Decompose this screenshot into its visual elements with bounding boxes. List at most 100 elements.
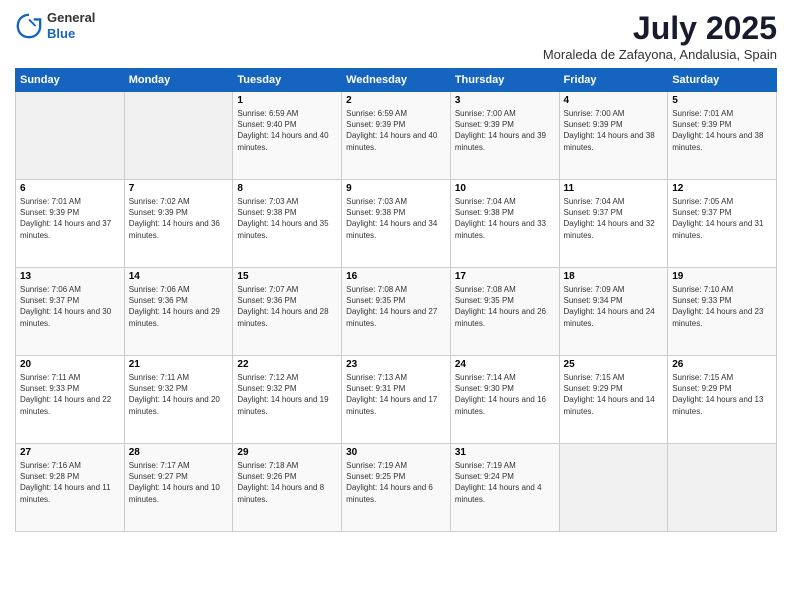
col-friday: Friday <box>559 69 668 92</box>
calendar-header: Sunday Monday Tuesday Wednesday Thursday… <box>16 69 777 92</box>
day-info: Sunrise: 7:00 AMSunset: 9:39 PMDaylight:… <box>455 108 555 153</box>
day-info: Sunrise: 7:16 AMSunset: 9:28 PMDaylight:… <box>20 460 120 505</box>
day-number: 24 <box>455 359 555 370</box>
day-cell: 26Sunrise: 7:15 AMSunset: 9:29 PMDayligh… <box>668 356 777 444</box>
day-number: 28 <box>129 447 229 458</box>
day-info: Sunrise: 7:18 AMSunset: 9:26 PMDaylight:… <box>237 460 337 505</box>
day-number: 4 <box>564 95 664 106</box>
day-info: Sunrise: 7:19 AMSunset: 9:25 PMDaylight:… <box>346 460 446 505</box>
day-info: Sunrise: 7:17 AMSunset: 9:27 PMDaylight:… <box>129 460 229 505</box>
day-number: 1 <box>237 95 337 106</box>
day-cell: 5 Sunrise: 7:01 AMSunset: 9:39 PMDaylight… <box>668 92 777 180</box>
day-info: Sunrise: 7:19 AMSunset: 9:24 PMDaylight:… <box>455 460 555 505</box>
day-cell: 8 Sunrise: 7:03 AMSunset: 9:38 PMDaylight… <box>233 180 342 268</box>
day-number: 19 <box>672 271 772 282</box>
week-row-1: 1 Sunrise: 6:59 AMSunset: 9:40 PMDaylight… <box>16 92 777 180</box>
day-cell: 13 Sunrise: 7:06 AMSunset: 9:37 PMDayligh… <box>16 268 125 356</box>
day-cell: 23 Sunrise: 7:13 AMSunset: 9:31 PMDayligh… <box>342 356 451 444</box>
day-info: Sunrise: 7:11 AMSunset: 9:32 PMDaylight:… <box>129 372 229 417</box>
day-number: 6 <box>20 183 120 194</box>
day-cell: 4 Sunrise: 7:00 AMSunset: 9:39 PMDaylight… <box>559 92 668 180</box>
calendar-body: 1 Sunrise: 6:59 AMSunset: 9:40 PMDaylight… <box>16 92 777 532</box>
day-number: 13 <box>20 271 120 282</box>
day-info: Sunrise: 6:59 AMSunset: 9:39 PMDaylight:… <box>346 108 446 153</box>
week-row-5: 27 Sunrise: 7:16 AMSunset: 9:28 PMDayligh… <box>16 444 777 532</box>
week-row-4: 20 Sunrise: 7:11 AMSunset: 9:33 PMDayligh… <box>16 356 777 444</box>
day-number: 5 <box>672 95 772 106</box>
day-info: Sunrise: 7:12 AMSunset: 9:32 PMDaylight:… <box>237 372 337 417</box>
day-info: Sunrise: 7:00 AMSunset: 9:39 PMDaylight:… <box>564 108 664 153</box>
day-info: Sunrise: 7:06 AMSunset: 9:36 PMDaylight:… <box>129 284 229 329</box>
day-cell: 6Sunrise: 7:01 AMSunset: 9:39 PMDaylight… <box>16 180 125 268</box>
day-cell: 12Sunrise: 7:05 AMSunset: 9:37 PMDayligh… <box>668 180 777 268</box>
day-info: Sunrise: 7:05 AMSunset: 9:37 PMDaylight:… <box>672 196 772 241</box>
location: Moraleda de Zafayona, Andalusia, Spain <box>543 47 777 62</box>
logo-general: General <box>47 10 95 26</box>
day-info: Sunrise: 7:10 AMSunset: 9:33 PMDaylight:… <box>672 284 772 329</box>
day-info: Sunrise: 7:09 AMSunset: 9:34 PMDaylight:… <box>564 284 664 329</box>
day-cell: 19 Sunrise: 7:10 AMSunset: 9:33 PMDayligh… <box>668 268 777 356</box>
day-number: 2 <box>346 95 446 106</box>
day-cell: 29 Sunrise: 7:18 AMSunset: 9:26 PMDayligh… <box>233 444 342 532</box>
day-cell: 20 Sunrise: 7:11 AMSunset: 9:33 PMDayligh… <box>16 356 125 444</box>
day-cell <box>124 92 233 180</box>
day-info: Sunrise: 7:07 AMSunset: 9:36 PMDaylight:… <box>237 284 337 329</box>
day-cell <box>559 444 668 532</box>
day-cell: 21 Sunrise: 7:11 AMSunset: 9:32 PMDayligh… <box>124 356 233 444</box>
day-number: 29 <box>237 447 337 458</box>
day-info: Sunrise: 7:03 AMSunset: 9:38 PMDaylight:… <box>346 196 446 241</box>
day-info: Sunrise: 7:13 AMSunset: 9:31 PMDaylight:… <box>346 372 446 417</box>
day-cell: 30Sunrise: 7:19 AMSunset: 9:25 PMDayligh… <box>342 444 451 532</box>
day-cell: 1 Sunrise: 6:59 AMSunset: 9:40 PMDaylight… <box>233 92 342 180</box>
day-cell: 24Sunrise: 7:14 AMSunset: 9:30 PMDayligh… <box>450 356 559 444</box>
day-number: 23 <box>346 359 446 370</box>
col-saturday: Saturday <box>668 69 777 92</box>
day-number: 17 <box>455 271 555 282</box>
day-cell: 15 Sunrise: 7:07 AMSunset: 9:36 PMDayligh… <box>233 268 342 356</box>
day-cell: 7Sunrise: 7:02 AMSunset: 9:39 PMDaylight… <box>124 180 233 268</box>
day-info: Sunrise: 7:11 AMSunset: 9:33 PMDaylight:… <box>20 372 120 417</box>
week-row-3: 13 Sunrise: 7:06 AMSunset: 9:37 PMDayligh… <box>16 268 777 356</box>
week-row-2: 6Sunrise: 7:01 AMSunset: 9:39 PMDaylight… <box>16 180 777 268</box>
day-info: Sunrise: 7:04 AMSunset: 9:37 PMDaylight:… <box>564 196 664 241</box>
day-info: Sunrise: 7:01 AMSunset: 9:39 PMDaylight:… <box>672 108 772 153</box>
day-number: 27 <box>20 447 120 458</box>
day-cell: 3Sunrise: 7:00 AMSunset: 9:39 PMDaylight… <box>450 92 559 180</box>
day-info: Sunrise: 6:59 AMSunset: 9:40 PMDaylight:… <box>237 108 337 153</box>
logo-blue: Blue <box>47 26 95 42</box>
header: General Blue July 2025 Moraleda de Zafay… <box>15 10 777 62</box>
day-cell: 9Sunrise: 7:03 AMSunset: 9:38 PMDaylight… <box>342 180 451 268</box>
logo: General Blue <box>15 10 95 41</box>
col-monday: Monday <box>124 69 233 92</box>
day-number: 18 <box>564 271 664 282</box>
day-number: 20 <box>20 359 120 370</box>
page: General Blue July 2025 Moraleda de Zafay… <box>0 0 792 612</box>
logo-icon <box>15 12 43 40</box>
day-number: 8 <box>237 183 337 194</box>
day-cell: 11Sunrise: 7:04 AMSunset: 9:37 PMDayligh… <box>559 180 668 268</box>
day-info: Sunrise: 7:02 AMSunset: 9:39 PMDaylight:… <box>129 196 229 241</box>
month-title: July 2025 <box>543 10 777 47</box>
logo-text: General Blue <box>47 10 95 41</box>
day-number: 25 <box>564 359 664 370</box>
day-info: Sunrise: 7:08 AMSunset: 9:35 PMDaylight:… <box>346 284 446 329</box>
day-number: 15 <box>237 271 337 282</box>
day-cell: 2 Sunrise: 6:59 AMSunset: 9:39 PMDaylight… <box>342 92 451 180</box>
day-number: 31 <box>455 447 555 458</box>
day-cell: 22Sunrise: 7:12 AMSunset: 9:32 PMDayligh… <box>233 356 342 444</box>
day-info: Sunrise: 7:03 AMSunset: 9:38 PMDaylight:… <box>237 196 337 241</box>
day-info: Sunrise: 7:06 AMSunset: 9:37 PMDaylight:… <box>20 284 120 329</box>
day-number: 21 <box>129 359 229 370</box>
day-number: 26 <box>672 359 772 370</box>
title-section: July 2025 Moraleda de Zafayona, Andalusi… <box>543 10 777 62</box>
day-number: 14 <box>129 271 229 282</box>
day-info: Sunrise: 7:15 AMSunset: 9:29 PMDaylight:… <box>564 372 664 417</box>
day-cell: 10Sunrise: 7:04 AMSunset: 9:38 PMDayligh… <box>450 180 559 268</box>
day-cell <box>668 444 777 532</box>
day-info: Sunrise: 7:04 AMSunset: 9:38 PMDaylight:… <box>455 196 555 241</box>
day-number: 16 <box>346 271 446 282</box>
header-row: Sunday Monday Tuesday Wednesday Thursday… <box>16 69 777 92</box>
day-cell: 27 Sunrise: 7:16 AMSunset: 9:28 PMDayligh… <box>16 444 125 532</box>
day-cell: 28 Sunrise: 7:17 AMSunset: 9:27 PMDayligh… <box>124 444 233 532</box>
day-cell: 31 Sunrise: 7:19 AMSunset: 9:24 PMDayligh… <box>450 444 559 532</box>
